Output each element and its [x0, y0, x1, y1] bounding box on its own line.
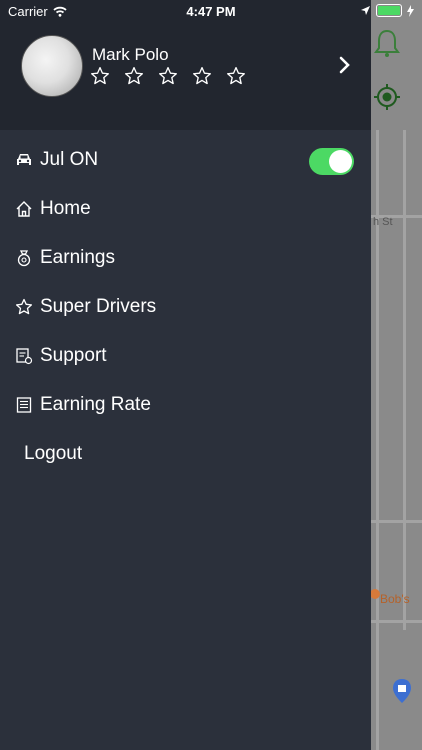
star-icon — [159, 67, 177, 85]
notification-bell-icon[interactable] — [372, 28, 402, 58]
location-pin-icon — [393, 679, 411, 703]
star-icon — [227, 67, 245, 85]
menu-item-logout[interactable]: Logout — [0, 429, 371, 478]
support-icon — [15, 347, 33, 365]
menu-item-label: Super Drivers — [40, 295, 157, 317]
menu-item-label: Support — [40, 344, 107, 366]
star-icon — [15, 298, 33, 316]
location-arrow-icon — [361, 6, 370, 15]
clock: 4:47 PM — [186, 4, 236, 19]
menu-item-earnings[interactable]: Earnings — [0, 233, 371, 282]
menu-item-earning-rate[interactable]: Earning Rate — [0, 380, 371, 429]
status-bar: Carrier 4:47 PM — [0, 0, 422, 22]
menu-item-super-drivers[interactable]: Super Drivers — [0, 282, 371, 331]
locate-me-icon[interactable] — [372, 82, 402, 112]
drawer-menu: Jul ON Home Earnings Super Drivers Suppo… — [0, 135, 371, 478]
side-drawer: Mark Polo Jul ON Home Earnings Super Dri… — [0, 0, 371, 750]
chevron-right-icon[interactable] — [338, 55, 352, 75]
menu-item-support[interactable]: Support — [0, 331, 371, 380]
street-label: h St — [373, 216, 393, 228]
star-icon — [193, 67, 211, 85]
menu-item-duty[interactable]: Jul ON — [0, 135, 371, 184]
charging-icon — [407, 4, 414, 17]
menu-item-label: Earning Rate — [40, 393, 151, 415]
star-icon — [91, 67, 110, 85]
poi-label: Bob's — [380, 592, 410, 606]
list-icon — [15, 396, 33, 414]
car-icon — [15, 151, 33, 169]
rating-stars — [90, 66, 246, 86]
menu-item-label: Home — [40, 197, 91, 219]
menu-item-label: Jul ON — [40, 148, 99, 170]
logout-label: Logout — [24, 442, 83, 464]
battery-icon — [376, 4, 402, 17]
star-icon — [125, 67, 143, 85]
home-icon — [15, 200, 33, 218]
money-bag-icon — [15, 249, 33, 267]
menu-item-home[interactable]: Home — [0, 184, 371, 233]
duty-toggle[interactable] — [309, 148, 354, 175]
menu-item-label: Earnings — [40, 246, 115, 268]
avatar — [21, 35, 83, 97]
profile-name: Mark Polo — [92, 45, 169, 64]
poi-pin-icon — [371, 589, 380, 599]
map-view[interactable]: h St Bob's — [371, 0, 422, 750]
